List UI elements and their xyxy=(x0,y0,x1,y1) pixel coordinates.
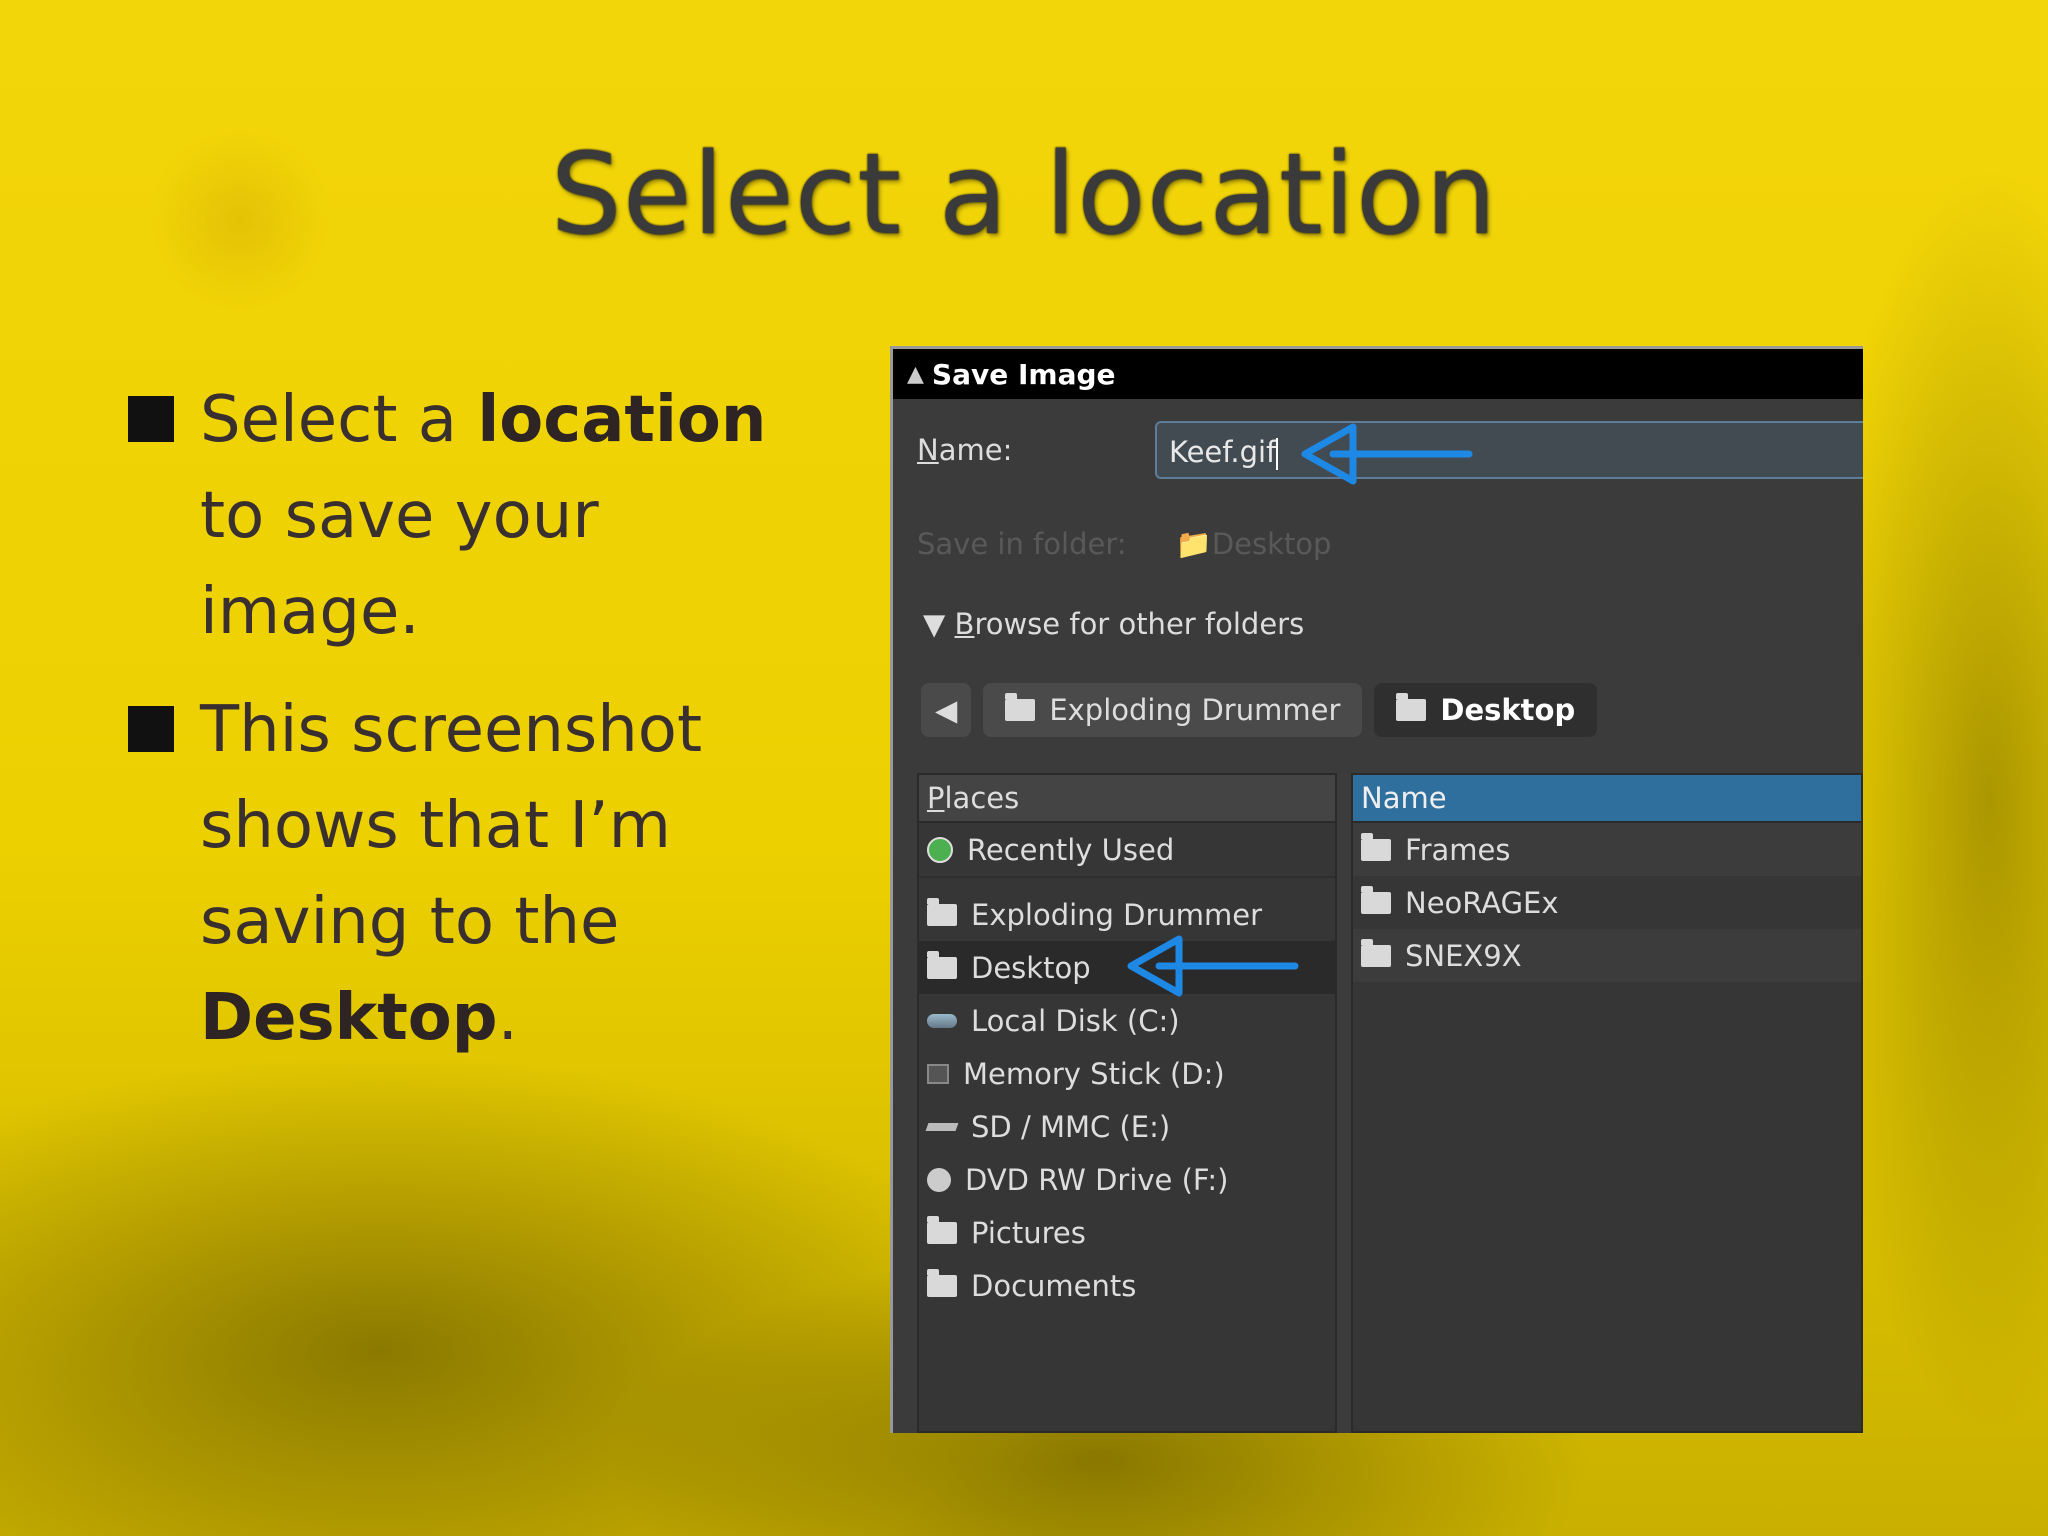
file-row[interactable]: SNEX9X xyxy=(1353,929,1861,982)
folder-icon xyxy=(1361,832,1391,861)
dvd-drive-icon xyxy=(927,1167,951,1192)
folder-icon xyxy=(927,950,957,979)
file-row[interactable]: Frames xyxy=(1353,823,1861,876)
path-button-exploding-drummer[interactable]: Exploding Drummer xyxy=(983,683,1363,737)
recently-used-icon xyxy=(927,836,953,863)
file-row[interactable]: NeoRAGEx xyxy=(1353,876,1861,929)
sd-card-icon xyxy=(925,1122,959,1131)
folder-icon xyxy=(1005,693,1036,721)
gimp-app-icon: ▲ xyxy=(907,361,924,387)
text-caret xyxy=(1276,438,1279,470)
folder-icon xyxy=(927,1268,957,1297)
save-image-dialog: ▲ Save Image Name: Keef.gif Save in fold… xyxy=(890,346,1863,1433)
path-bar: ◀ Exploding Drummer Desktop xyxy=(921,683,1598,739)
place-local-disk[interactable]: Local Disk (C:) xyxy=(919,994,1335,1047)
files-name-column-header[interactable]: Name xyxy=(1353,775,1861,823)
dialog-titlebar[interactable]: ▲ Save Image xyxy=(893,349,1863,399)
save-in-label: Save in folder: xyxy=(917,527,1127,561)
bullet-square-icon xyxy=(128,396,174,442)
bullet-list: Select a location to save your image. Th… xyxy=(128,372,768,1088)
bullet-item: Select a location to save your image. xyxy=(128,372,768,660)
browse-expander[interactable]: ▼ Browse for other folders xyxy=(923,607,1304,641)
bullet-square-icon xyxy=(128,706,174,752)
folder-icon xyxy=(1361,938,1391,967)
place-sd-mmc[interactable]: SD / MMC (E:) xyxy=(919,1100,1335,1153)
folder-icon xyxy=(927,1215,957,1244)
bullet-text: Select a location to save your image. xyxy=(200,383,767,649)
slide-title: Select a location xyxy=(550,130,1498,260)
places-header[interactable]: Places xyxy=(919,775,1335,823)
place-memory-stick[interactable]: Memory Stick (D:) xyxy=(919,1047,1335,1100)
path-button-desktop[interactable]: Desktop xyxy=(1374,683,1598,737)
file-chooser-panes: Places Recently Used Exploding Drummer D… xyxy=(917,773,1863,1433)
hard-disk-icon xyxy=(927,1013,957,1028)
place-documents[interactable]: Documents xyxy=(919,1259,1335,1312)
dialog-title: Save Image xyxy=(931,357,1116,391)
file-list: Frames NeoRAGEx SNEX9X xyxy=(1353,823,1861,982)
place-recently-used[interactable]: Recently Used xyxy=(919,823,1335,878)
bullet-item: This screenshot shows that I’m saving to… xyxy=(128,682,768,1066)
folder-icon xyxy=(1361,885,1391,914)
annotation-arrow-icon xyxy=(1301,423,1473,485)
bullet-text: This screenshot shows that I’m saving to… xyxy=(200,693,703,1055)
places-pane: Places Recently Used Exploding Drummer D… xyxy=(917,773,1337,1433)
name-label: Name: xyxy=(917,433,1013,467)
place-dvd-drive[interactable]: DVD RW Drive (F:) xyxy=(919,1153,1335,1206)
place-pictures[interactable]: Pictures xyxy=(919,1206,1335,1259)
files-pane: Name Frames NeoRAGEx SNEX9X xyxy=(1351,773,1863,1433)
save-in-folder-icon: 📁 xyxy=(1175,527,1212,561)
memory-stick-icon xyxy=(927,1063,949,1084)
filename-input[interactable]: Keef.gif xyxy=(1155,421,1863,479)
annotation-arrow-icon xyxy=(1127,935,1299,997)
folder-icon xyxy=(1396,693,1427,721)
save-in-value: Desktop xyxy=(1211,527,1332,561)
path-back-button[interactable]: ◀ xyxy=(921,683,972,737)
left-arrow-icon: ◀ xyxy=(935,693,958,727)
expander-triangle-icon: ▼ xyxy=(923,607,946,641)
folder-icon xyxy=(927,897,957,926)
save-in-folder-row: Save in folder: 📁Desktop xyxy=(917,527,1331,562)
